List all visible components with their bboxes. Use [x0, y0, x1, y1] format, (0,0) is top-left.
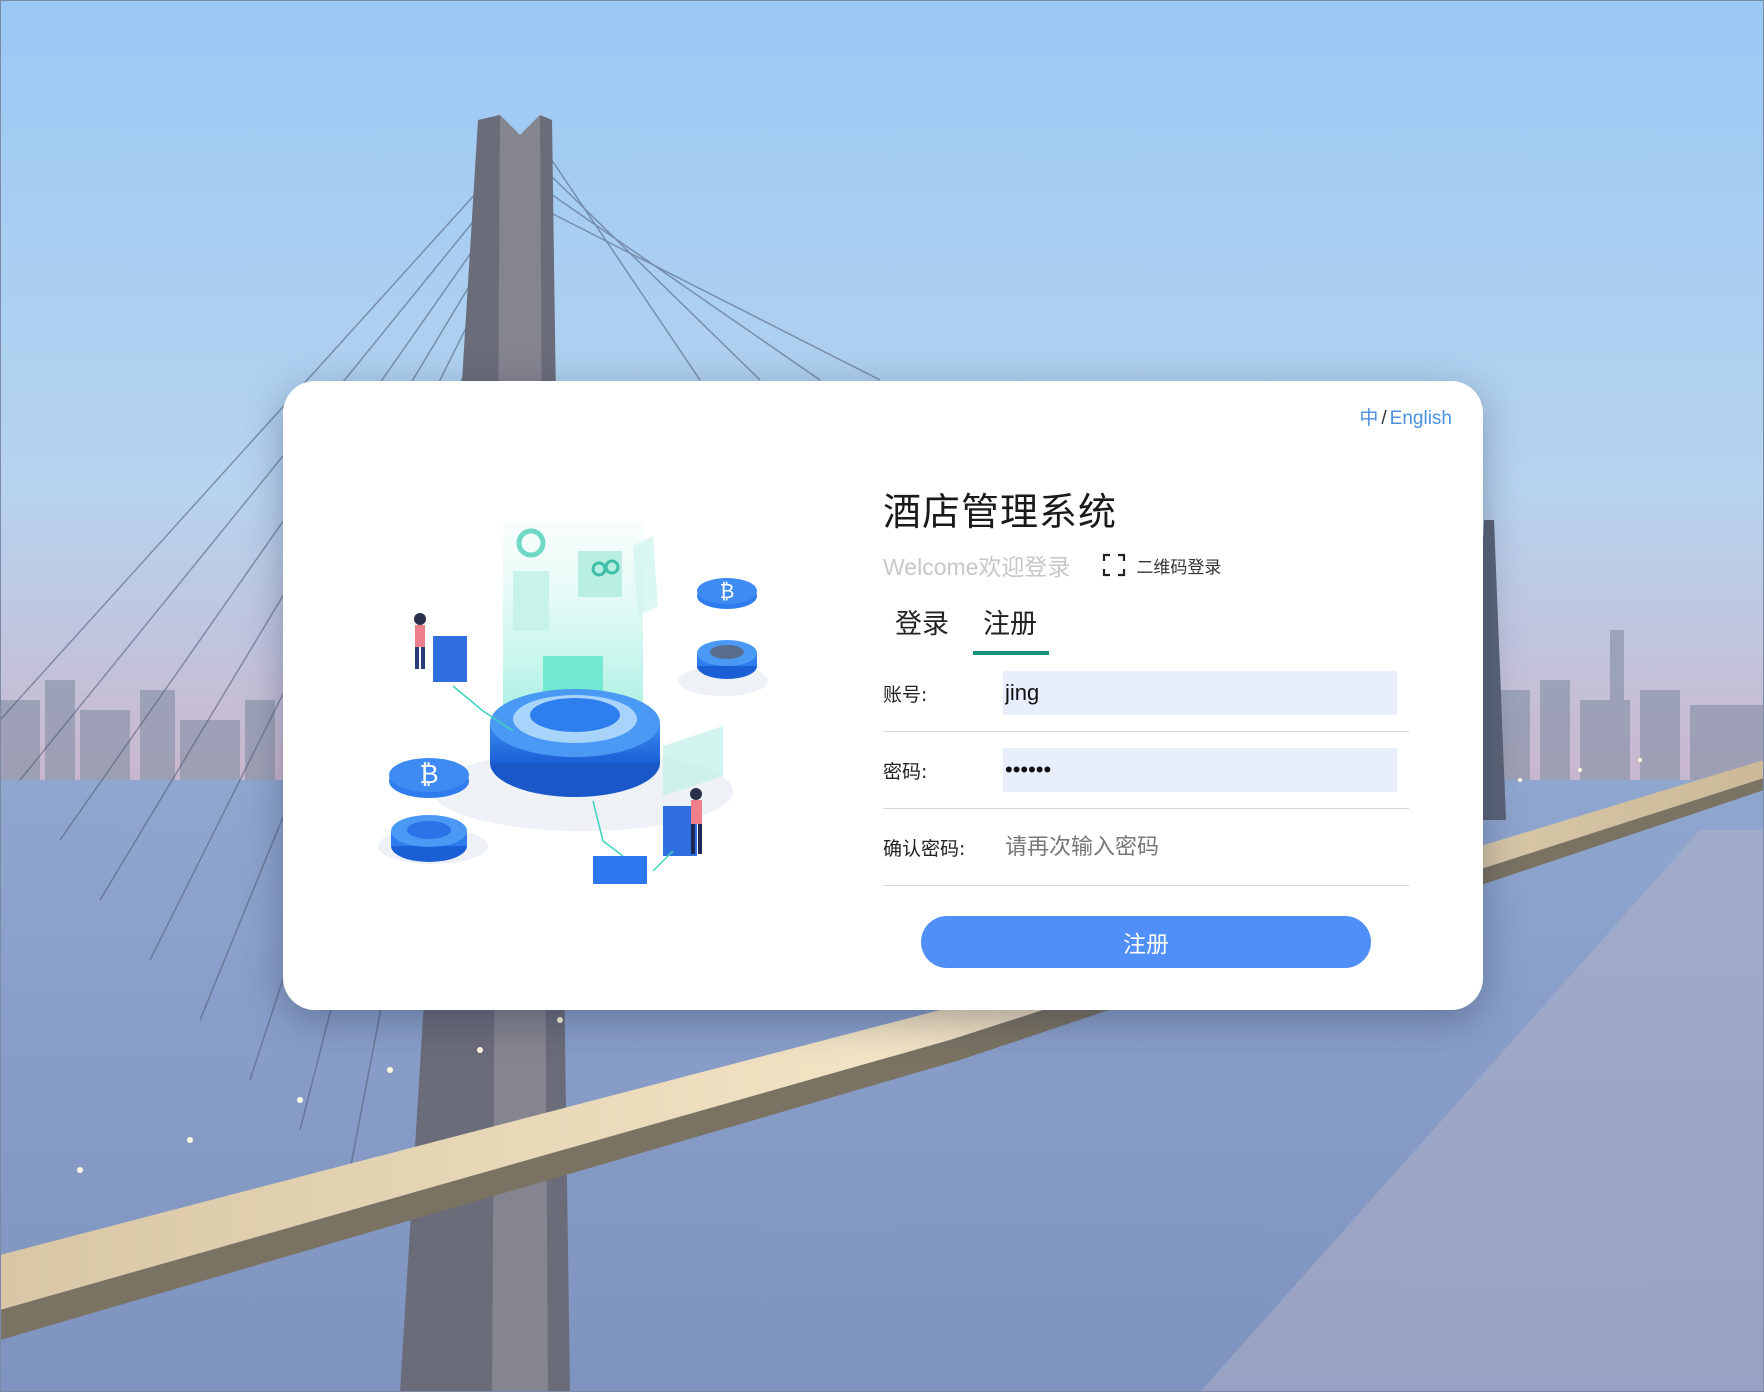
register-form-area: 酒店管理系统 Welcome欢迎登录 二维码登录 登录 注册 账号: 密码: 确…: [883, 481, 1409, 968]
password-row: 密码:: [883, 732, 1409, 809]
auth-tabs: 登录 注册: [883, 602, 1409, 655]
account-row: 账号:: [883, 655, 1409, 732]
lang-zh-link[interactable]: 中: [1359, 408, 1378, 429]
subtitle-row: Welcome欢迎登录 二维码登录: [883, 548, 1409, 582]
lang-en-link[interactable]: English: [1390, 408, 1452, 429]
register-submit-button[interactable]: 注册: [921, 916, 1371, 968]
password-label: 密码:: [883, 760, 928, 783]
account-label: 账号:: [883, 683, 928, 706]
tab-register[interactable]: 注册: [973, 602, 1049, 655]
confirm-password-row: 确认密码:: [883, 809, 1409, 886]
account-input[interactable]: [1003, 671, 1397, 715]
password-input[interactable]: [1003, 748, 1397, 792]
lang-separator: /: [1381, 408, 1387, 429]
scan-frame-icon: [1103, 553, 1126, 577]
svg-text:₿: ₿: [720, 579, 735, 603]
qr-login-label: 二维码登录: [1136, 557, 1222, 578]
confirm-password-label: 确认密码:: [883, 837, 966, 860]
server-illustration: ₿ ₿: [363, 501, 803, 921]
page-title: 酒店管理系统: [883, 490, 1118, 534]
confirm-password-input[interactable]: [1003, 825, 1397, 869]
welcome-text: Welcome欢迎登录: [883, 554, 1071, 580]
svg-text:₿: ₿: [419, 760, 438, 790]
qr-login-link[interactable]: 二维码登录: [1102, 553, 1221, 578]
tab-login[interactable]: 登录: [895, 602, 961, 655]
language-switch: 中 / English: [1359, 403, 1452, 430]
register-card: 中 / English ₿ ₿ 酒店管理系统 Welcome欢迎登录 二维码登录…: [283, 381, 1483, 1010]
